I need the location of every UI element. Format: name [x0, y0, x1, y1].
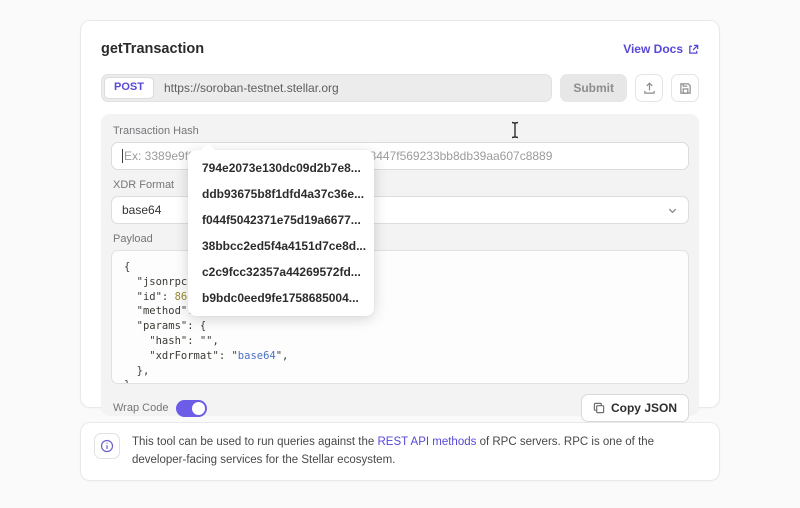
code-token: }: [124, 379, 130, 383]
hash-suggestion-item[interactable]: b9bdc0eed9fe1758685004...: [188, 285, 374, 311]
copy-json-button[interactable]: Copy JSON: [580, 394, 689, 422]
upload-icon: [643, 81, 656, 95]
text-caret: [122, 149, 123, 163]
get-transaction-card: getTransaction View Docs POST https://so…: [80, 20, 720, 422]
code-line: },: [124, 364, 676, 379]
code-token: "xdrFormat": ": [124, 349, 238, 362]
code-token: "id":: [124, 290, 175, 303]
code-token: "hash": "",: [124, 334, 219, 347]
hash-suggestion-item[interactable]: ddb93675b8f1dfd4a37c36e...: [188, 181, 374, 207]
card-header: getTransaction View Docs: [101, 36, 699, 62]
code-token: base64: [237, 349, 276, 362]
hash-suggestion-item[interactable]: 38bbcc2ed5f4a4151d7ce8d...: [188, 233, 374, 259]
toggle-knob: [192, 401, 206, 415]
save-icon: [679, 82, 692, 95]
view-docs-link[interactable]: View Docs: [623, 42, 699, 56]
code-line: "params": {: [124, 319, 676, 334]
info-text: This tool can be used to run queries aga…: [132, 433, 706, 470]
wrap-code-group: Wrap Code: [113, 399, 208, 417]
request-bar: POST https://soroban-testnet.stellar.org…: [101, 74, 699, 102]
save-button[interactable]: [671, 74, 699, 102]
hash-suggestion-item[interactable]: 794e2073e130dc09d2b7e8...: [188, 155, 374, 181]
wrap-code-label: Wrap Code: [113, 402, 169, 414]
code-token: "params": {: [124, 320, 207, 333]
code-line: "xdrFormat": "base64",: [124, 349, 676, 364]
info-card: This tool can be used to run queries aga…: [80, 422, 720, 481]
section-footer: Wrap Code Copy JSON: [111, 394, 689, 422]
info-icon: [94, 433, 120, 459]
mouse-cursor-ibeam: [510, 121, 520, 144]
code-token: },: [124, 364, 150, 377]
chevron-down-icon: [667, 205, 678, 216]
info-text-before: This tool can be used to run queries aga…: [132, 436, 378, 448]
share-button[interactable]: [635, 74, 663, 102]
code-line: }: [124, 378, 676, 383]
code-token: ",: [275, 349, 289, 362]
endpoint-url: https://soroban-testnet.stellar.org: [163, 81, 339, 95]
code-line: "hash": "",: [124, 334, 676, 349]
wrap-code-toggle[interactable]: [176, 399, 208, 417]
external-link-icon: [688, 44, 699, 55]
hash-suggestion-item[interactable]: c2c9fcc32357a44269572fd...: [188, 259, 374, 285]
rest-api-methods-link[interactable]: REST API methods: [378, 436, 477, 448]
copy-json-label: Copy JSON: [610, 401, 677, 415]
method-badge: POST: [104, 76, 154, 100]
xdr-format-value: base64: [122, 203, 162, 217]
endpoint-url-group[interactable]: POST https://soroban-testnet.stellar.org: [101, 74, 553, 102]
transaction-hash-label: Transaction Hash: [113, 125, 199, 137]
hash-suggestions-dropdown: 794e2073e130dc09d2b7e8... ddb93675b8f1dfd…: [188, 143, 374, 316]
hash-suggestion-item[interactable]: f044f5042371e75d19a6677...: [188, 207, 374, 233]
submit-button[interactable]: Submit: [560, 74, 627, 102]
code-token: {: [124, 261, 131, 273]
page-title: getTransaction: [101, 41, 205, 57]
copy-icon: [593, 402, 605, 414]
view-docs-label: View Docs: [623, 42, 683, 56]
